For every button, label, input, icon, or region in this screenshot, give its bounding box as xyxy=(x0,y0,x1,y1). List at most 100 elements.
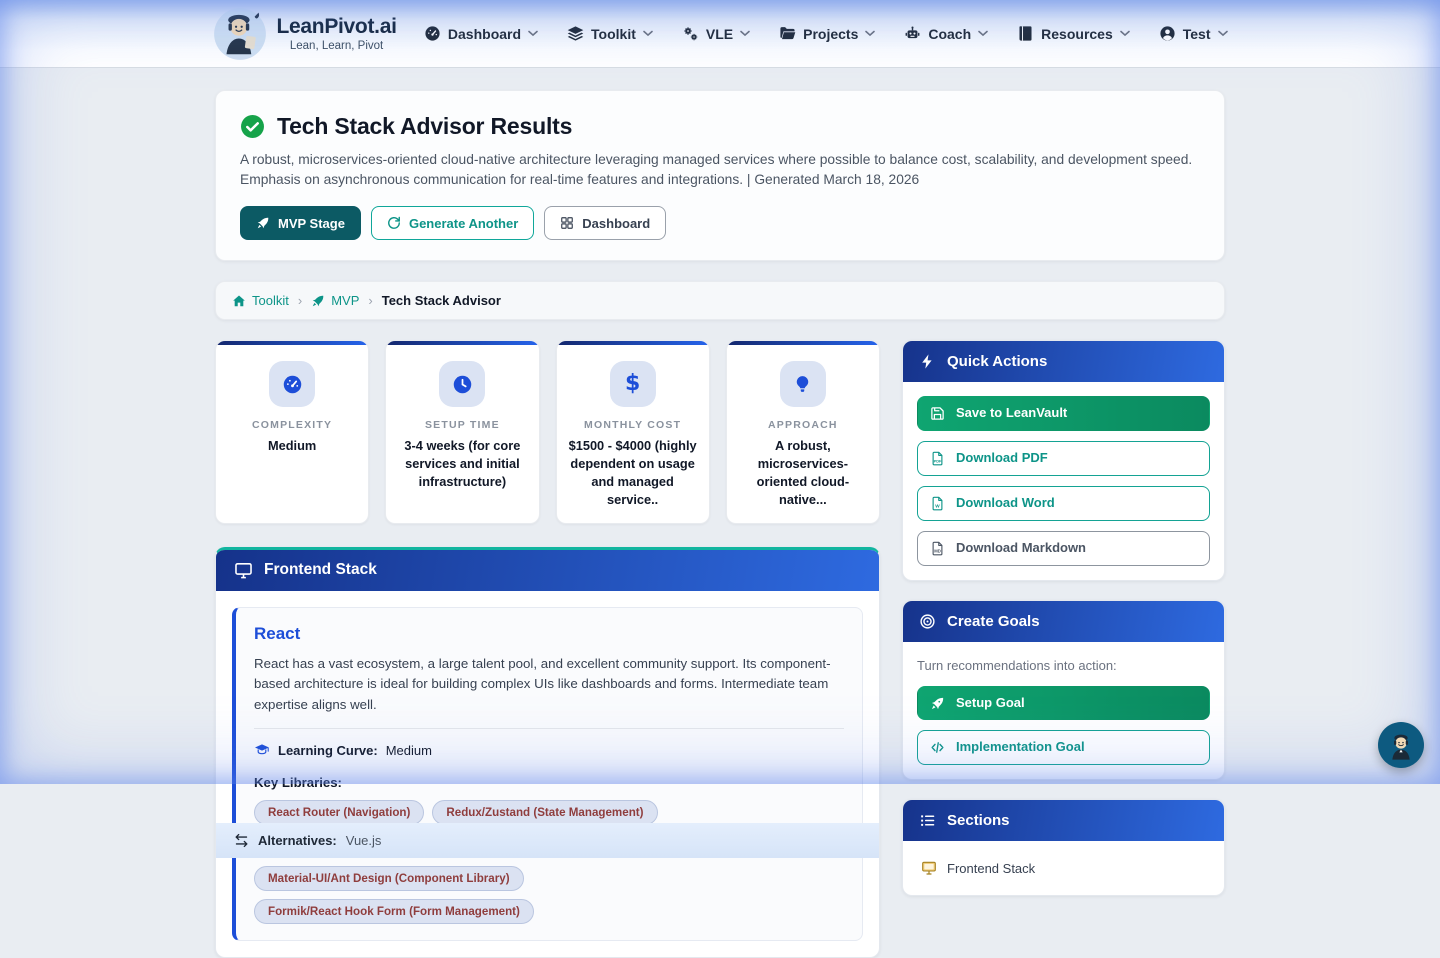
tech-name: React xyxy=(254,624,844,644)
layers-icon xyxy=(567,25,584,42)
learning-curve-label: Learning Curve: xyxy=(278,743,378,758)
frontend-stack-title: Frontend Stack xyxy=(264,561,377,579)
stat-card-approach: APPROACH A robust, microservices-oriente… xyxy=(726,340,880,524)
rocket-icon xyxy=(930,696,945,711)
chevron-down-icon xyxy=(643,30,653,37)
breadcrumb-separator: › xyxy=(298,293,302,308)
nav-item-resources[interactable]: Resources xyxy=(1017,25,1130,42)
key-libraries-list: React Router (Navigation) Redux/Zustand … xyxy=(254,800,714,924)
key-libraries-label: Key Libraries: xyxy=(254,775,844,790)
home-icon xyxy=(232,294,246,308)
chevron-down-icon xyxy=(1218,30,1228,37)
stat-label: APPROACH xyxy=(738,419,868,431)
implementation-goal-button[interactable]: Implementation Goal xyxy=(917,730,1210,765)
download-markdown-label: Download Markdown xyxy=(956,540,1086,557)
mvp-stage-button[interactable]: MVP Stage xyxy=(240,206,361,240)
sections-panel: Sections Frontend Stack xyxy=(902,799,1225,896)
top-navbar: LeanPivot.ai Lean, Learn, Pivot Dashboar… xyxy=(0,0,1440,68)
nav-item-projects[interactable]: Projects xyxy=(779,25,875,42)
save-to-leanvault-label: Save to LeanVault xyxy=(956,405,1067,422)
nav-item-dashboard[interactable]: Dashboard xyxy=(424,25,538,42)
rocket-icon xyxy=(311,294,325,308)
gears-icon xyxy=(682,25,699,42)
download-markdown-button[interactable]: MD Download Markdown xyxy=(917,531,1210,566)
nav-item-user[interactable]: Test xyxy=(1159,25,1228,42)
create-goals-title: Create Goals xyxy=(947,613,1040,630)
alternatives-value: Vue.js xyxy=(346,833,382,848)
nav-item-label: Toolkit xyxy=(591,26,636,42)
file-word-icon: W xyxy=(930,496,945,511)
quick-actions-panel: Quick Actions Save to LeanVault PDF Down… xyxy=(902,340,1225,581)
sections-title: Sections xyxy=(947,812,1010,829)
nav-item-coach[interactable]: Coach xyxy=(904,25,988,42)
breadcrumb-current: Tech Stack Advisor xyxy=(382,293,501,308)
sections-header: Sections xyxy=(903,800,1224,841)
stat-card-setup-time: SETUP TIME 3-4 weeks (for core services … xyxy=(385,340,539,524)
section-link-frontend-stack[interactable]: Frontend Stack xyxy=(917,855,1210,881)
breadcrumb: Toolkit › MVP › Tech Stack Advisor xyxy=(215,281,1225,320)
setup-goal-button[interactable]: Setup Goal xyxy=(917,686,1210,721)
brand-logo-block[interactable]: LeanPivot.ai Lean, Learn, Pivot xyxy=(213,7,397,61)
alternatives-band: Alternatives: Vue.js xyxy=(216,823,879,858)
breadcrumb-mvp-label: MVP xyxy=(331,293,359,308)
results-description: A robust, microservices-oriented cloud-n… xyxy=(240,150,1200,190)
book-icon xyxy=(1017,25,1034,42)
create-goals-header: Create Goals xyxy=(903,601,1224,642)
stat-label: SETUP TIME xyxy=(397,419,527,431)
download-pdf-button[interactable]: PDF Download PDF xyxy=(917,441,1210,476)
check-circle-icon xyxy=(240,114,265,139)
nav-item-label: Coach xyxy=(928,26,971,42)
nav-item-label: Dashboard xyxy=(448,26,521,42)
brand-name: LeanPivot.ai xyxy=(277,16,397,37)
refresh-icon xyxy=(387,216,401,230)
breadcrumb-mvp-link[interactable]: MVP xyxy=(311,293,359,308)
mascot-logo-icon xyxy=(213,7,267,61)
create-goals-panel: Create Goals Turn recommendations into a… xyxy=(902,600,1225,781)
chevron-down-icon xyxy=(978,30,988,37)
breadcrumb-toolkit-link[interactable]: Toolkit xyxy=(232,293,289,308)
svg-text:MD: MD xyxy=(934,548,941,553)
stat-card-monthly-cost: $ MONTHLY COST $1500 - $4000 (highly dep… xyxy=(556,340,710,524)
coach-chat-button[interactable] xyxy=(1378,722,1424,768)
file-markdown-icon: MD xyxy=(930,541,945,556)
generate-another-button[interactable]: Generate Another xyxy=(371,206,534,240)
mascot-icon xyxy=(1385,729,1417,761)
tech-description: React has a vast ecosystem, a large tale… xyxy=(254,654,844,716)
user-circle-icon xyxy=(1159,25,1176,42)
create-goals-subtitle: Turn recommendations into action: xyxy=(917,658,1210,673)
frontend-stack-section: Frontend Stack React React has a vast ec… xyxy=(215,547,880,958)
nav-item-label: Projects xyxy=(803,26,858,42)
nav-item-label: VLE xyxy=(706,26,733,42)
robot-icon xyxy=(904,25,921,42)
nav-item-label: Resources xyxy=(1041,26,1113,42)
library-pill: Material-UI/Ant Design (Component Librar… xyxy=(254,866,524,891)
nav-item-toolkit[interactable]: Toolkit xyxy=(567,25,653,42)
nav-item-vle[interactable]: VLE xyxy=(682,25,750,42)
lightbulb-icon xyxy=(780,361,826,407)
stat-value: $1500 - $4000 (highly dependent on usage… xyxy=(568,437,698,509)
floppy-icon xyxy=(930,406,945,421)
learning-curve-row: Learning Curve: Medium xyxy=(254,742,844,758)
dollar-icon: $ xyxy=(610,361,656,407)
brand-tagline: Lean, Learn, Pivot xyxy=(277,40,397,52)
nav-item-label: Test xyxy=(1183,26,1211,42)
save-to-leanvault-button[interactable]: Save to LeanVault xyxy=(917,396,1210,431)
rocket-icon xyxy=(256,216,270,230)
dashboard-button[interactable]: Dashboard xyxy=(544,206,666,240)
stats-row: COMPLEXITY Medium SETUP TIME 3-4 weeks (… xyxy=(215,340,880,524)
page-title: Tech Stack Advisor Results xyxy=(277,113,572,140)
file-pdf-icon: PDF xyxy=(930,451,945,466)
breadcrumb-toolkit-label: Toolkit xyxy=(252,293,289,308)
stat-value: A robust, microservices-oriented cloud-n… xyxy=(738,437,868,509)
results-header-card: Tech Stack Advisor Results A robust, mic… xyxy=(215,90,1225,261)
implementation-goal-label: Implementation Goal xyxy=(956,739,1085,756)
clock-icon xyxy=(439,361,485,407)
chevron-down-icon xyxy=(528,30,538,37)
svg-text:PDF: PDF xyxy=(934,458,942,463)
breadcrumb-separator: › xyxy=(368,293,372,308)
quick-actions-title: Quick Actions xyxy=(947,353,1047,370)
gauge-icon xyxy=(424,25,441,42)
grid-icon xyxy=(560,216,574,230)
download-word-button[interactable]: W Download Word xyxy=(917,486,1210,521)
code-icon xyxy=(930,740,945,755)
